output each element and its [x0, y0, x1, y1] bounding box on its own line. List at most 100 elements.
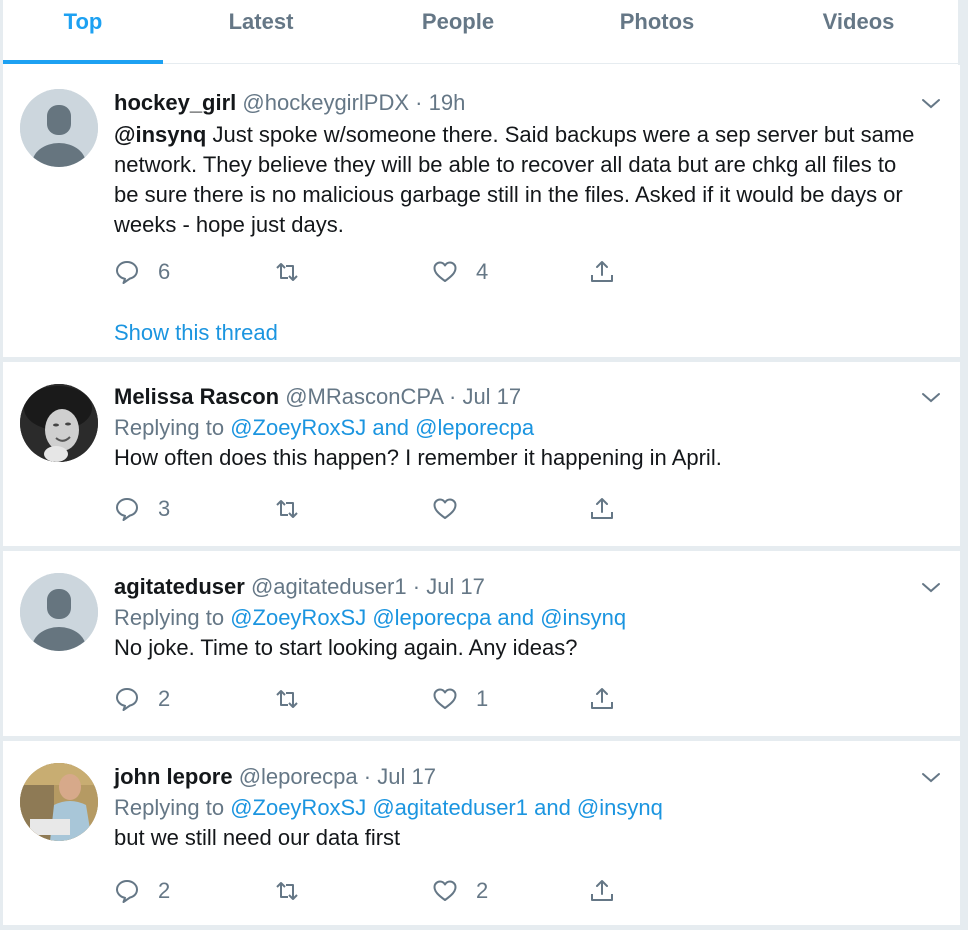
chevron-down-icon: [922, 773, 940, 783]
like-count: 4: [476, 259, 489, 284]
like-button[interactable]: [432, 494, 476, 524]
search-tabs: Top Latest People Photos Videos: [3, 0, 958, 64]
timestamp[interactable]: Jul 17: [462, 384, 521, 409]
like-button[interactable]: 4: [432, 257, 488, 287]
retweet-button[interactable]: [274, 257, 318, 287]
default-avatar-icon: [20, 573, 98, 651]
reply-count: 6: [158, 259, 171, 284]
more-options-button[interactable]: [920, 577, 942, 599]
avatar[interactable]: [20, 384, 98, 462]
default-avatar-icon: [20, 89, 98, 167]
user-handle[interactable]: @agitateduser1: [251, 574, 407, 599]
tweet-text: No joke. Time to start looking again. An…: [114, 635, 578, 660]
tweet-header: Melissa Rascon @MRasconCPA · Jul 17: [114, 383, 920, 411]
share-button[interactable]: [589, 257, 615, 287]
replying-prefix: Replying to: [114, 605, 231, 630]
tweet-body: Just spoke w/someone there. Said backups…: [114, 122, 915, 237]
reply-button[interactable]: 3: [114, 494, 170, 524]
share-icon: [591, 261, 613, 282]
reply-count: 2: [158, 686, 171, 711]
replying-to: Replying to @ZoeyRoxSJ @leporecpa and @i…: [114, 603, 920, 633]
more-options-button[interactable]: [920, 93, 942, 115]
reply-icon: [116, 261, 138, 284]
tweet-content: john lepore @leporecpa · Jul 17 Replying…: [114, 763, 920, 853]
tab-videos[interactable]: Videos: [757, 0, 960, 64]
tweet-content: hockey_girl @hockeygirlPDX · 19h @insynq…: [114, 89, 920, 240]
reply-count: 3: [158, 496, 171, 521]
tab-label: Videos: [822, 9, 895, 34]
retweet-icon: [276, 500, 298, 518]
avatar[interactable]: [20, 573, 98, 651]
tweet-actions: 6 4: [114, 257, 634, 287]
timestamp[interactable]: Jul 17: [377, 764, 436, 789]
replying-prefix: Replying to: [114, 795, 231, 820]
tab-photos[interactable]: Photos: [557, 0, 757, 64]
tab-people[interactable]: People: [359, 0, 557, 64]
tweet-header: john lepore @leporecpa · Jul 17: [114, 763, 920, 791]
tweet-content: agitateduser @agitateduser1 · Jul 17 Rep…: [114, 573, 920, 663]
replying-to-links[interactable]: @ZoeyRoxSJ @agitateduser1 and @insynq: [230, 795, 663, 820]
chevron-down-icon: [922, 99, 940, 109]
tweet-actions: 3: [114, 494, 634, 524]
more-options-button[interactable]: [920, 767, 942, 789]
tweet[interactable]: Melissa Rascon @MRasconCPA · Jul 17 Repl…: [3, 362, 960, 547]
reply-button[interactable]: 2: [114, 876, 170, 906]
tweet-actions: 2 1: [114, 684, 634, 714]
reply-button[interactable]: 6: [114, 257, 170, 287]
retweet-icon: [276, 882, 298, 900]
tab-latest[interactable]: Latest: [163, 0, 359, 64]
tab-label: Top: [63, 9, 103, 34]
retweet-button[interactable]: [274, 876, 318, 906]
replying-to-links[interactable]: @ZoeyRoxSJ and @leporecpa: [230, 415, 534, 440]
tweet[interactable]: agitateduser @agitateduser1 · Jul 17 Rep…: [3, 551, 960, 737]
mention-link[interactable]: @insynq: [114, 122, 206, 147]
reply-button[interactable]: 2: [114, 684, 170, 714]
retweet-icon: [276, 690, 298, 708]
like-button[interactable]: 1: [432, 684, 488, 714]
tweet-header: hockey_girl @hockeygirlPDX · 19h: [114, 89, 920, 117]
tweet-text: How often does this happen? I remember i…: [114, 445, 722, 470]
tweet-text: but we still need our data first: [114, 825, 401, 850]
avatar[interactable]: [20, 89, 98, 167]
display-name[interactable]: hockey_girl: [114, 90, 236, 115]
tab-top[interactable]: Top: [3, 0, 163, 64]
share-button[interactable]: [589, 494, 615, 524]
timestamp[interactable]: Jul 17: [426, 574, 485, 599]
tweet[interactable]: hockey_girl @hockeygirlPDX · 19h @insynq…: [3, 65, 960, 358]
avatar[interactable]: [20, 763, 98, 841]
chevron-down-icon: [922, 393, 940, 403]
replying-prefix: Replying to: [114, 415, 231, 440]
display-name[interactable]: agitateduser: [114, 574, 245, 599]
profile-photo-icon: [20, 763, 98, 841]
separator: ·: [363, 764, 372, 789]
tab-label: People: [421, 9, 495, 34]
tweet-actions: 2 2: [114, 876, 634, 906]
user-handle[interactable]: @leporecpa: [239, 764, 358, 789]
retweet-button[interactable]: [274, 684, 318, 714]
profile-photo-icon: [20, 384, 98, 462]
separator: ·: [415, 90, 423, 115]
like-count: 1: [476, 686, 489, 711]
tweet-header: agitateduser @agitateduser1 · Jul 17: [114, 573, 920, 601]
retweet-button[interactable]: [274, 494, 318, 524]
show-thread-link[interactable]: Show this thread: [114, 320, 278, 346]
retweet-icon: [276, 263, 298, 281]
reply-icon: [116, 688, 138, 711]
separator: ·: [448, 384, 457, 409]
divider: [3, 926, 960, 930]
display-name[interactable]: john lepore: [114, 764, 233, 789]
replying-to-links[interactable]: @ZoeyRoxSJ @leporecpa and @insynq: [230, 605, 626, 630]
share-button[interactable]: [589, 684, 615, 714]
like-button[interactable]: 2: [432, 876, 488, 906]
share-button[interactable]: [589, 876, 615, 906]
tweet[interactable]: john lepore @leporecpa · Jul 17 Replying…: [3, 741, 960, 926]
reply-icon: [116, 880, 138, 903]
user-handle[interactable]: @hockeygirlPDX: [242, 90, 409, 115]
display-name[interactable]: Melissa Rascon: [114, 384, 279, 409]
heart-icon: [433, 880, 457, 901]
user-handle[interactable]: @MRasconCPA: [285, 384, 443, 409]
reply-count: 2: [158, 878, 171, 903]
more-options-button[interactable]: [920, 387, 942, 409]
heart-icon: [433, 498, 457, 519]
timestamp[interactable]: 19h: [429, 90, 466, 115]
